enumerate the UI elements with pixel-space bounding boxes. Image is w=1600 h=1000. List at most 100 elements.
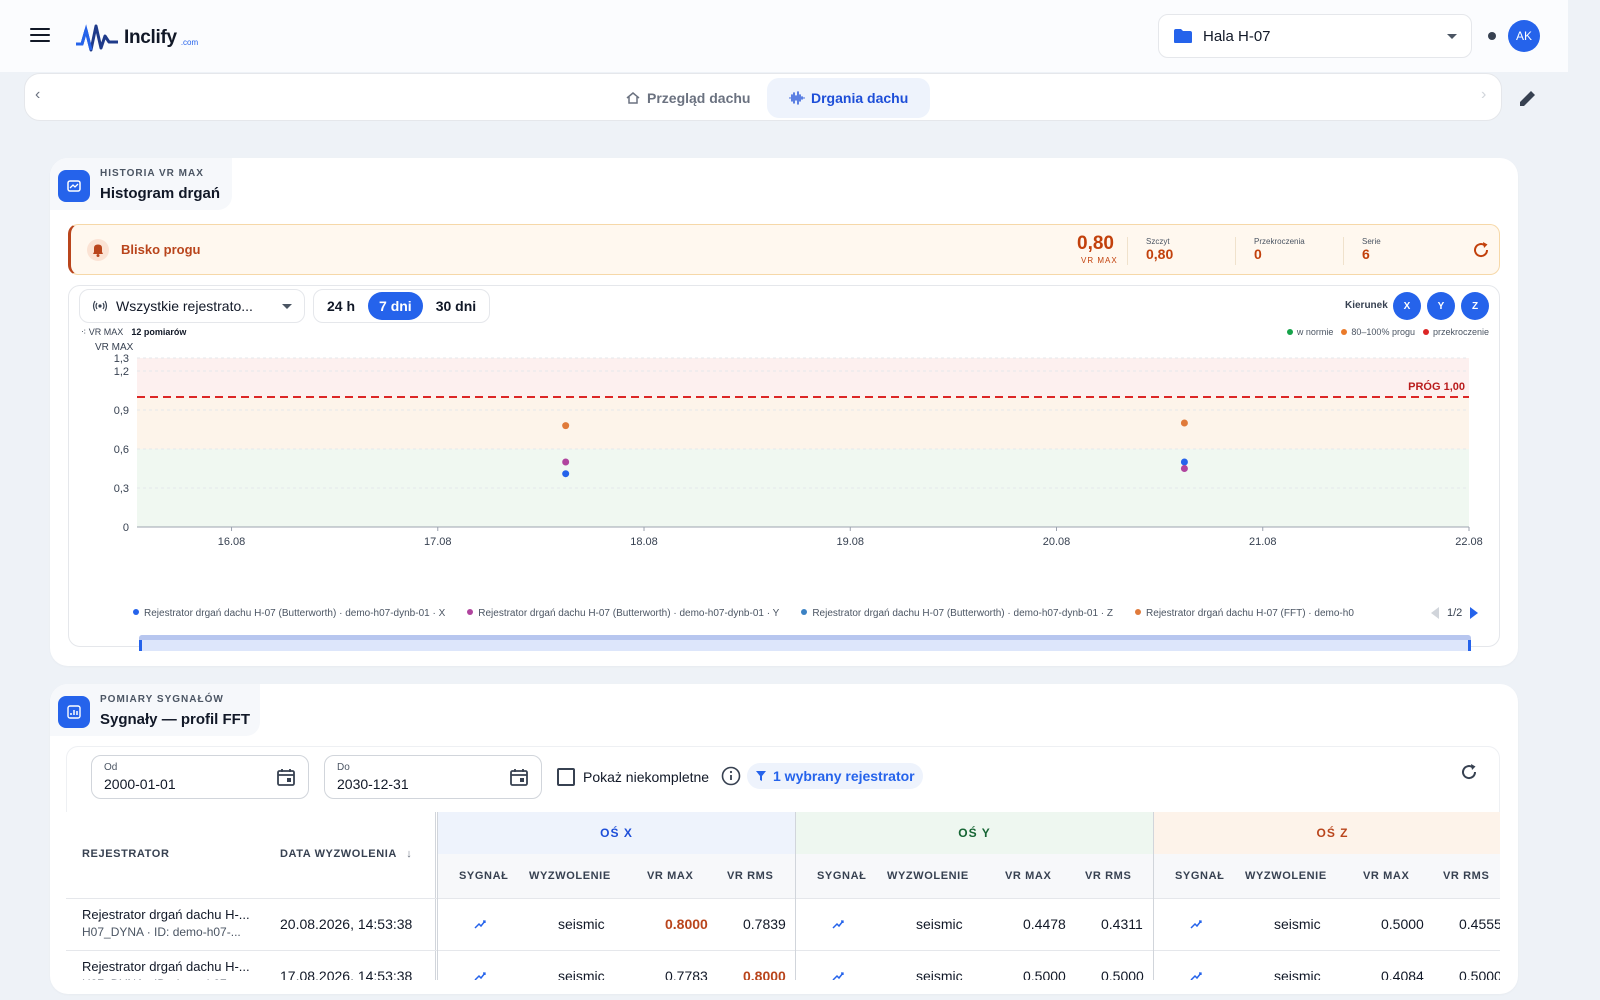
- card-header: POMIARY SYGNAŁÓW Sygnały — profil FFT: [50, 684, 260, 736]
- x-tick-label: 17.08: [424, 536, 452, 548]
- refresh-icon[interactable]: [1459, 762, 1479, 782]
- sub-col-header[interactable]: VR RMS: [1443, 854, 1489, 898]
- sub-col-header[interactable]: VR MAX: [1363, 854, 1409, 898]
- y-tick-label: 0,3: [114, 483, 129, 495]
- card-overline: POMIARY SYGNAŁÓW: [100, 694, 224, 705]
- metric-value: 0,80: [1146, 246, 1174, 262]
- signal-trend-icon[interactable]: [473, 969, 487, 980]
- tab-roof-overview[interactable]: Przegląd dachu: [603, 78, 772, 118]
- sub-col-header[interactable]: WYZWOLENIE: [1245, 854, 1327, 898]
- legend-prev-icon[interactable]: [1431, 607, 1439, 619]
- col-header-recorder[interactable]: REJESTRATOR: [82, 848, 169, 860]
- legend-pager: 1/2: [1431, 607, 1479, 619]
- y-tick-label: 1,3: [114, 353, 129, 365]
- direction-x-button[interactable]: X: [1393, 292, 1421, 320]
- legend-next-icon[interactable]: [1470, 607, 1479, 619]
- calendar-icon[interactable]: [509, 767, 529, 787]
- calendar-icon[interactable]: [276, 767, 296, 787]
- series-legend: Rejestrator drgań dachu H-07 (Butterwort…: [133, 608, 1423, 626]
- zoom-handle-left[interactable]: [139, 640, 142, 651]
- date-from-field[interactable]: Od 2000-01-01: [91, 755, 309, 799]
- sensor-icon: [92, 300, 108, 312]
- zone-legend: w normie 80–100% progu przekroczenie: [1287, 327, 1489, 337]
- vr-max-value: 0.5000: [1381, 916, 1424, 932]
- x-tick-label: 19.08: [836, 536, 864, 548]
- col-header-date-label: DATA WYZWOLENIA: [280, 848, 397, 860]
- sub-col-header[interactable]: VR RMS: [727, 854, 773, 898]
- range-30d-button[interactable]: 30 dni: [425, 292, 487, 320]
- recorder-filter-chip[interactable]: 1 wybrany rejestrator: [747, 763, 923, 789]
- vr-rms-value: 0.7839: [743, 916, 786, 932]
- data-point[interactable]: [562, 422, 570, 430]
- column-divider: [437, 950, 438, 980]
- zoom-slider[interactable]: [139, 635, 1471, 651]
- signal-trend-icon[interactable]: [473, 917, 487, 931]
- range-24h-button[interactable]: 24 h: [316, 292, 366, 320]
- table-row[interactable]: Rejestrator drgań dachu H-... H07_DYNA · …: [66, 898, 1500, 950]
- scatter-chart[interactable]: 0 0,3 0,6 0,9 1,21,3 16.08 17.08 18.08 19.08 20.0…: [69, 350, 1501, 560]
- tab-roof-vibrations[interactable]: Drgania dachu: [767, 78, 931, 118]
- sub-col-header[interactable]: VR RMS: [1085, 854, 1131, 898]
- date-to-label: Do: [337, 762, 350, 773]
- chevron-down-icon: [282, 303, 292, 309]
- show-incomplete-checkbox[interactable]: [557, 768, 575, 786]
- chevron-left-icon[interactable]: ‹: [35, 86, 40, 104]
- signal-trend-icon[interactable]: [831, 969, 845, 980]
- metric-label: Serie: [1362, 237, 1381, 246]
- top-bar: Inclify .com Hala H-07 AK: [0, 0, 1568, 72]
- edit-icon[interactable]: [1516, 86, 1540, 110]
- sub-col-header[interactable]: WYZWOLENIE: [529, 854, 611, 898]
- data-point[interactable]: [562, 458, 570, 466]
- vr-rms-value: 0.4311: [1101, 916, 1143, 932]
- direction-z-button[interactable]: Z: [1461, 292, 1489, 320]
- menu-icon[interactable]: [28, 24, 52, 48]
- signal-trend-icon[interactable]: [831, 917, 845, 931]
- refresh-icon[interactable]: [1471, 240, 1491, 260]
- recorder-name: Rejestrator drgań dachu H-...: [82, 907, 250, 922]
- sub-col-header[interactable]: VR MAX: [647, 854, 693, 898]
- sub-col-header[interactable]: SYGNAŁ: [459, 854, 508, 898]
- data-point[interactable]: [562, 470, 570, 478]
- x-tick-label: 18.08: [630, 536, 658, 548]
- metric-exceedances: Przekroczenia 0: [1235, 237, 1305, 265]
- series-legend-item[interactable]: Rejestrator drgań dachu H-07 (FFT) · dem…: [1135, 608, 1354, 626]
- alert-banner: Blisko progu 0,80 VR MAX Szczyt 0,80 Prz…: [68, 224, 1500, 275]
- direction-label: Kierunek: [1345, 300, 1388, 311]
- x-tick-label: 21.08: [1249, 536, 1277, 548]
- data-point[interactable]: [1180, 419, 1188, 427]
- vr-max-value: 0.8000: [665, 916, 708, 932]
- logo[interactable]: Inclify .com: [74, 20, 198, 56]
- logo-mark-icon: [76, 24, 118, 52]
- chart-zone: [137, 397, 1469, 449]
- data-point[interactable]: [1180, 458, 1188, 466]
- series-legend-item[interactable]: Rejestrator drgań dachu H-07 (Butterwort…: [467, 608, 779, 626]
- signal-trend-icon[interactable]: [1189, 917, 1203, 931]
- sub-col-header[interactable]: VR MAX: [1005, 854, 1051, 898]
- recorder-select[interactable]: Wszystkie rejestrato...: [79, 289, 305, 323]
- alert-label: Blisko progu: [121, 242, 201, 257]
- table-row[interactable]: Rejestrator drgań dachu H-... H07_DYNA · …: [66, 950, 1500, 980]
- chevron-down-icon: [1447, 33, 1457, 39]
- signal-trend-icon[interactable]: [1189, 969, 1203, 980]
- data-point[interactable]: [1180, 465, 1188, 472]
- info-icon[interactable]: [721, 766, 741, 786]
- range-7d-button[interactable]: 7 dni: [368, 292, 423, 320]
- avatar[interactable]: AK: [1508, 20, 1540, 52]
- direction-y-button[interactable]: Y: [1427, 292, 1455, 320]
- filter-chip-label: 1 wybrany rejestrator: [773, 768, 915, 784]
- col-header-date[interactable]: DATA WYZWOLENIA ↓: [280, 848, 412, 860]
- hall-select[interactable]: Hala H-07: [1158, 14, 1472, 58]
- show-incomplete-label: Pokaż niekompletne: [583, 769, 710, 785]
- vr-max-value: 0.5000: [1023, 968, 1066, 980]
- zoom-handle-right[interactable]: [1468, 640, 1471, 651]
- sub-col-header[interactable]: SYGNAŁ: [817, 854, 866, 898]
- series-legend-item[interactable]: Rejestrator drgań dachu H-07 (Butterwort…: [801, 608, 1113, 626]
- sub-col-header[interactable]: SYGNAŁ: [1175, 854, 1224, 898]
- trigger-type: seismic: [558, 916, 605, 932]
- chevron-right-icon[interactable]: ›: [1481, 86, 1486, 104]
- column-divider: [795, 950, 796, 980]
- zone-legend-normal: w normie: [1287, 327, 1334, 337]
- series-legend-item[interactable]: Rejestrator drgań dachu H-07 (Butterwort…: [133, 608, 445, 626]
- sub-col-header[interactable]: WYZWOLENIE: [887, 854, 969, 898]
- date-to-field[interactable]: Do 2030-12-31: [324, 755, 542, 799]
